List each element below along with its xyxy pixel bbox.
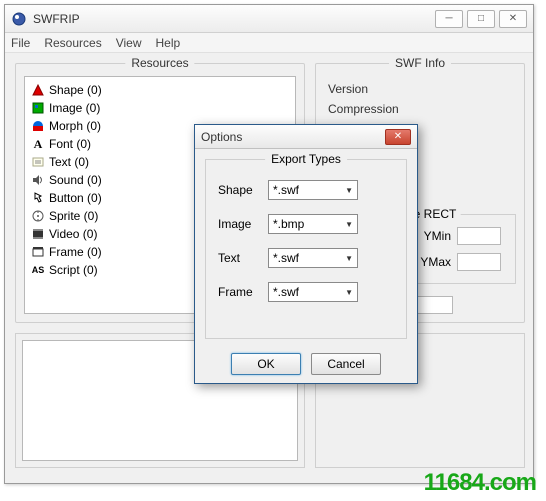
swf-info-legend: SWF Info bbox=[389, 56, 451, 70]
sprite-icon bbox=[31, 209, 45, 223]
ymin-input[interactable] bbox=[457, 227, 501, 245]
tree-item-image[interactable]: Image (0) bbox=[31, 99, 289, 117]
chevron-down-icon: ▼ bbox=[345, 186, 353, 195]
export-row-text: Text *.swf ▼ bbox=[218, 248, 358, 268]
export-shape-label: Shape bbox=[218, 183, 258, 197]
menu-view[interactable]: View bbox=[116, 36, 142, 50]
export-image-combo[interactable]: *.bmp ▼ bbox=[268, 214, 358, 234]
app-icon bbox=[11, 11, 27, 27]
ok-button[interactable]: OK bbox=[231, 353, 301, 375]
window-controls: ─ □ ✕ bbox=[435, 10, 527, 28]
video-icon bbox=[31, 227, 45, 241]
chevron-down-icon: ▼ bbox=[345, 220, 353, 229]
ymin-row: YMin bbox=[417, 227, 501, 245]
font-icon: A bbox=[31, 137, 45, 151]
watermark: 11684.com bbox=[424, 469, 536, 497]
sound-icon bbox=[31, 173, 45, 187]
titlebar: SWFRIP ─ □ ✕ bbox=[5, 5, 533, 33]
export-frame-value: *.swf bbox=[273, 285, 299, 299]
window-title: SWFRIP bbox=[33, 12, 435, 26]
ymin-label: YMin bbox=[417, 229, 451, 243]
color-swatch[interactable] bbox=[413, 296, 453, 314]
info-compression-label: Compression bbox=[328, 102, 399, 116]
dialog-title: Options bbox=[201, 130, 385, 144]
info-version-label: Version bbox=[328, 82, 368, 96]
export-row-frame: Frame *.swf ▼ bbox=[218, 282, 358, 302]
menu-file[interactable]: File bbox=[11, 36, 30, 50]
image-icon bbox=[31, 101, 45, 115]
script-icon: AS bbox=[31, 263, 45, 277]
export-image-label: Image bbox=[218, 217, 258, 231]
maximize-button[interactable]: □ bbox=[467, 10, 495, 28]
export-text-label: Text bbox=[218, 251, 258, 265]
minimize-button[interactable]: ─ bbox=[435, 10, 463, 28]
export-text-combo[interactable]: *.swf ▼ bbox=[268, 248, 358, 268]
ymax-row: YMax bbox=[417, 253, 501, 271]
export-types-legend: Export Types bbox=[265, 152, 347, 166]
ymax-label: YMax bbox=[417, 255, 451, 269]
morph-icon bbox=[31, 119, 45, 133]
export-text-value: *.swf bbox=[273, 251, 299, 265]
export-frame-label: Frame bbox=[218, 285, 258, 299]
dialog-titlebar: Options ✕ bbox=[195, 125, 417, 149]
shape-icon bbox=[31, 83, 45, 97]
cancel-button[interactable]: Cancel bbox=[311, 353, 381, 375]
export-row-shape: Shape *.swf ▼ bbox=[218, 180, 358, 200]
export-shape-combo[interactable]: *.swf ▼ bbox=[268, 180, 358, 200]
export-types-group: Export Types Shape *.swf ▼ Image *.bmp ▼… bbox=[205, 159, 407, 339]
close-button[interactable]: ✕ bbox=[499, 10, 527, 28]
export-row-image: Image *.bmp ▼ bbox=[218, 214, 358, 234]
frame-icon bbox=[31, 245, 45, 259]
dialog-close-button[interactable]: ✕ bbox=[385, 129, 411, 145]
menubar: File Resources View Help bbox=[5, 33, 533, 53]
export-image-value: *.bmp bbox=[273, 217, 304, 231]
tree-item-shape[interactable]: Shape (0) bbox=[31, 81, 289, 99]
export-frame-combo[interactable]: *.swf ▼ bbox=[268, 282, 358, 302]
text-icon bbox=[31, 155, 45, 169]
menu-help[interactable]: Help bbox=[156, 36, 181, 50]
chevron-down-icon: ▼ bbox=[345, 254, 353, 263]
button-icon bbox=[31, 191, 45, 205]
ymax-input[interactable] bbox=[457, 253, 501, 271]
options-dialog: Options ✕ Export Types Shape *.swf ▼ Ima… bbox=[194, 124, 418, 384]
dialog-buttons: OK Cancel bbox=[195, 353, 417, 375]
resources-legend: Resources bbox=[125, 56, 194, 70]
menu-resources[interactable]: Resources bbox=[44, 36, 101, 50]
chevron-down-icon: ▼ bbox=[345, 288, 353, 297]
export-shape-value: *.swf bbox=[273, 183, 299, 197]
